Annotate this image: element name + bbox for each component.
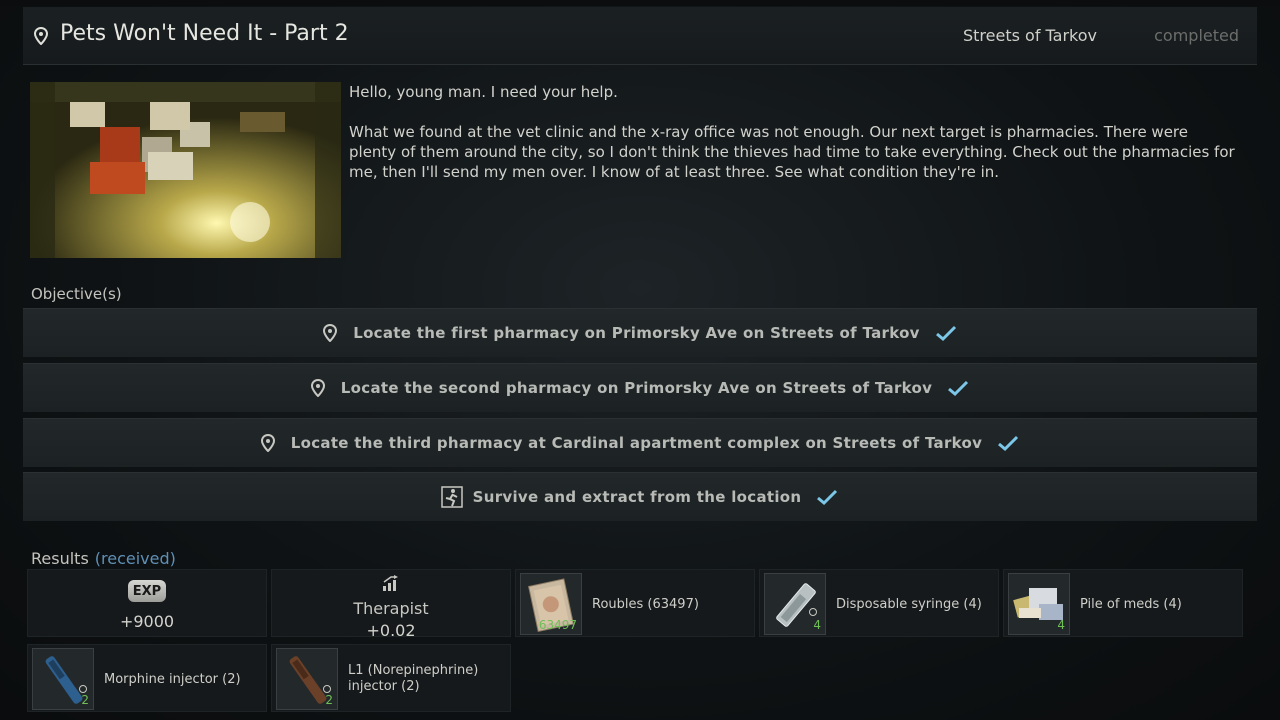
item-count: 2 — [81, 693, 89, 707]
quest-title: Pets Won't Need It - Part 2 — [60, 21, 349, 46]
top-strip — [0, 0, 1280, 6]
reward-item[interactable]: 4 Disposable syringe (4) — [759, 569, 999, 637]
objective-text: Locate the second pharmacy on Primorsky … — [340, 379, 933, 397]
item-count: 63497 — [538, 618, 577, 632]
exp-value: +9000 — [119, 612, 175, 631]
reward-item[interactable]: 2 Morphine injector (2) — [27, 644, 267, 712]
reward-item[interactable]: 4 Pile of meds (4) — [1003, 569, 1243, 637]
quest-status: completed — [1154, 26, 1239, 45]
exit-runner-icon — [440, 486, 463, 508]
item-count: 2 — [325, 693, 333, 707]
quest-location: Streets of Tarkov — [962, 26, 1097, 45]
objective-row: Locate the first pharmacy on Primorsky A… — [23, 308, 1257, 357]
results-title: Results — [31, 549, 89, 568]
standing-up-icon — [383, 575, 398, 591]
objective-row: Locate the second pharmacy on Primorsky … — [23, 363, 1257, 412]
location-pin-icon — [310, 379, 325, 397]
item-name: Disposable syringe (4) — [836, 597, 982, 612]
item-cell[interactable]: 4 — [764, 573, 826, 635]
reward-item[interactable]: 2 L1 (Norepinephrine) injector (2) — [271, 644, 511, 712]
checkmark-icon — [948, 380, 969, 397]
reward-exp: EXP +9000 — [27, 569, 267, 637]
results-label: Results (received) — [31, 549, 176, 568]
item-name: Pile of meds (4) — [1080, 597, 1182, 612]
location-pin-icon — [34, 27, 48, 45]
exp-badge: EXP — [128, 580, 166, 602]
objective-row: Survive and extract from the location — [23, 472, 1257, 521]
quest-description: Hello, young man. I need your help. What… — [349, 82, 1239, 202]
description-greeting: Hello, young man. I need your help. — [349, 83, 618, 101]
item-count: 4 — [1057, 618, 1065, 632]
item-cell[interactable]: 2 — [32, 648, 94, 710]
location-pin-icon — [323, 324, 338, 342]
item-name: Roubles (63497) — [592, 597, 699, 612]
item-name: Morphine injector (2) — [104, 672, 241, 687]
item-cell[interactable]: 63497 — [520, 573, 582, 635]
objective-text: Locate the first pharmacy on Primorsky A… — [353, 324, 920, 342]
objectives-label: Objective(s) — [31, 285, 122, 303]
checkmark-icon — [817, 489, 838, 506]
item-name: L1 (Norepinephrine) injector (2) — [348, 663, 479, 694]
objective-text: Locate the third pharmacy at Cardinal ap… — [290, 434, 983, 452]
checkmark-icon — [935, 325, 956, 342]
results-received: (received) — [94, 549, 176, 568]
reward-trader-standing: Therapist +0.02 — [271, 569, 511, 640]
item-cell[interactable]: 4 — [1008, 573, 1070, 635]
item-cell[interactable]: 2 — [276, 648, 338, 710]
objective-row: Locate the third pharmacy at Cardinal ap… — [23, 418, 1257, 467]
objective-text: Survive and extract from the location — [472, 488, 802, 506]
reward-item[interactable]: 63497 Roubles (63497) — [515, 569, 755, 637]
description-body: What we found at the vet clinic and the … — [349, 123, 1235, 181]
checkmark-icon — [998, 435, 1019, 452]
quest-header: Pets Won't Need It - Part 2 Streets of T… — [23, 7, 1257, 65]
quest-image — [30, 82, 341, 258]
trader-standing-value: +0.02 — [366, 621, 416, 640]
location-pin-icon — [260, 434, 275, 452]
trader-name: Therapist — [353, 599, 429, 618]
item-count: 4 — [813, 618, 821, 632]
